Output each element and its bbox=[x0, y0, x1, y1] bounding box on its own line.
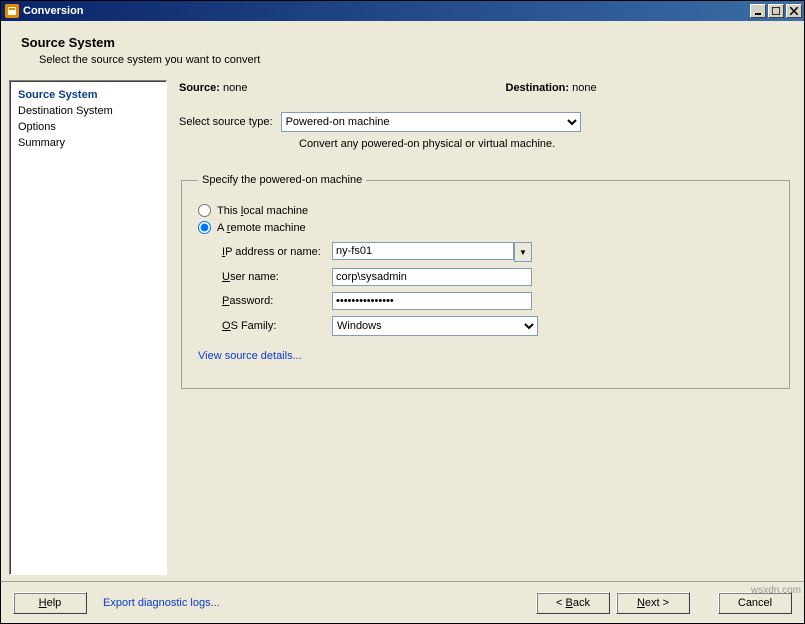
password-input[interactable] bbox=[332, 292, 532, 310]
radio-remote-machine[interactable] bbox=[198, 221, 211, 234]
user-input[interactable] bbox=[332, 268, 532, 286]
os-dropdown[interactable]: Windows bbox=[332, 316, 538, 336]
help-button[interactable]: Help bbox=[13, 592, 87, 614]
ip-combo: ▼ bbox=[332, 242, 532, 262]
password-row: Password: bbox=[222, 292, 773, 310]
os-row: OS Family: Windows bbox=[222, 316, 773, 336]
page-subtitle: Select the source system you want to con… bbox=[39, 54, 784, 66]
main-panel: Source: none Destination: none Select so… bbox=[175, 80, 796, 575]
next-button[interactable]: Next > bbox=[616, 592, 690, 614]
close-button[interactable] bbox=[786, 4, 802, 18]
sidebar-step-destination-system[interactable]: Destination System bbox=[18, 103, 158, 119]
watermark: wsxdn.com bbox=[751, 585, 801, 596]
window-buttons bbox=[748, 4, 802, 18]
sidebar-step-source-system[interactable]: Source System bbox=[18, 87, 158, 103]
select-source-type-row: Select source type: Powered-on machine bbox=[179, 112, 792, 132]
wizard-footer: Help Export diagnostic logs... < Back Ne… bbox=[1, 581, 804, 623]
sidebar-step-options[interactable]: Options bbox=[18, 119, 158, 135]
select-source-type-hint: Convert any powered-on physical or virtu… bbox=[299, 138, 792, 150]
remote-fields: IP address or name: ▼ User name: bbox=[222, 242, 773, 336]
wizard-header: Source System Select the source system y… bbox=[1, 21, 804, 74]
view-source-details-link[interactable]: View source details... bbox=[198, 350, 773, 362]
ip-dropdown-button[interactable]: ▼ bbox=[514, 242, 532, 262]
source-pair: Source: none bbox=[179, 82, 466, 94]
destination-pair: Destination: none bbox=[506, 82, 793, 94]
window-title: Conversion bbox=[23, 5, 748, 17]
conversion-window: Conversion Source System Select the sour… bbox=[0, 0, 805, 624]
ip-row: IP address or name: ▼ bbox=[222, 242, 773, 262]
destination-value: none bbox=[572, 82, 596, 94]
page-title: Source System bbox=[21, 35, 784, 50]
maximize-button[interactable] bbox=[768, 4, 784, 18]
ip-input[interactable] bbox=[332, 242, 514, 260]
radio-local-row: This local machine bbox=[198, 204, 773, 217]
radio-local-machine[interactable] bbox=[198, 204, 211, 217]
radio-remote-label: A remote machine bbox=[217, 222, 306, 234]
os-label: OS Family: bbox=[222, 320, 332, 332]
ip-label: IP address or name: bbox=[222, 246, 332, 258]
select-source-type-label: Select source type: bbox=[179, 116, 273, 128]
minimize-button[interactable] bbox=[750, 4, 766, 18]
radio-remote-row: A remote machine bbox=[198, 221, 773, 234]
export-diagnostic-logs-link[interactable]: Export diagnostic logs... bbox=[103, 597, 220, 609]
app-icon bbox=[5, 4, 19, 18]
user-label: User name: bbox=[222, 271, 332, 283]
titlebar: Conversion bbox=[1, 1, 804, 21]
source-value: none bbox=[223, 82, 247, 94]
destination-label: Destination: bbox=[506, 82, 570, 94]
wizard-body: Source System Destination System Options… bbox=[1, 74, 804, 581]
source-destination-row: Source: none Destination: none bbox=[179, 80, 792, 104]
back-button[interactable]: < Back bbox=[536, 592, 610, 614]
specify-machine-legend: Specify the powered-on machine bbox=[198, 174, 366, 186]
user-row: User name: bbox=[222, 268, 773, 286]
select-source-type-dropdown[interactable]: Powered-on machine bbox=[281, 112, 581, 132]
steps-sidebar: Source System Destination System Options… bbox=[9, 80, 167, 575]
chevron-down-icon: ▼ bbox=[519, 248, 527, 257]
sidebar-step-summary[interactable]: Summary bbox=[18, 135, 158, 151]
source-label: Source: bbox=[179, 82, 220, 94]
radio-local-label: This local machine bbox=[217, 205, 308, 217]
specify-machine-group: Specify the powered-on machine This loca… bbox=[181, 174, 790, 389]
password-label: Password: bbox=[222, 295, 332, 307]
